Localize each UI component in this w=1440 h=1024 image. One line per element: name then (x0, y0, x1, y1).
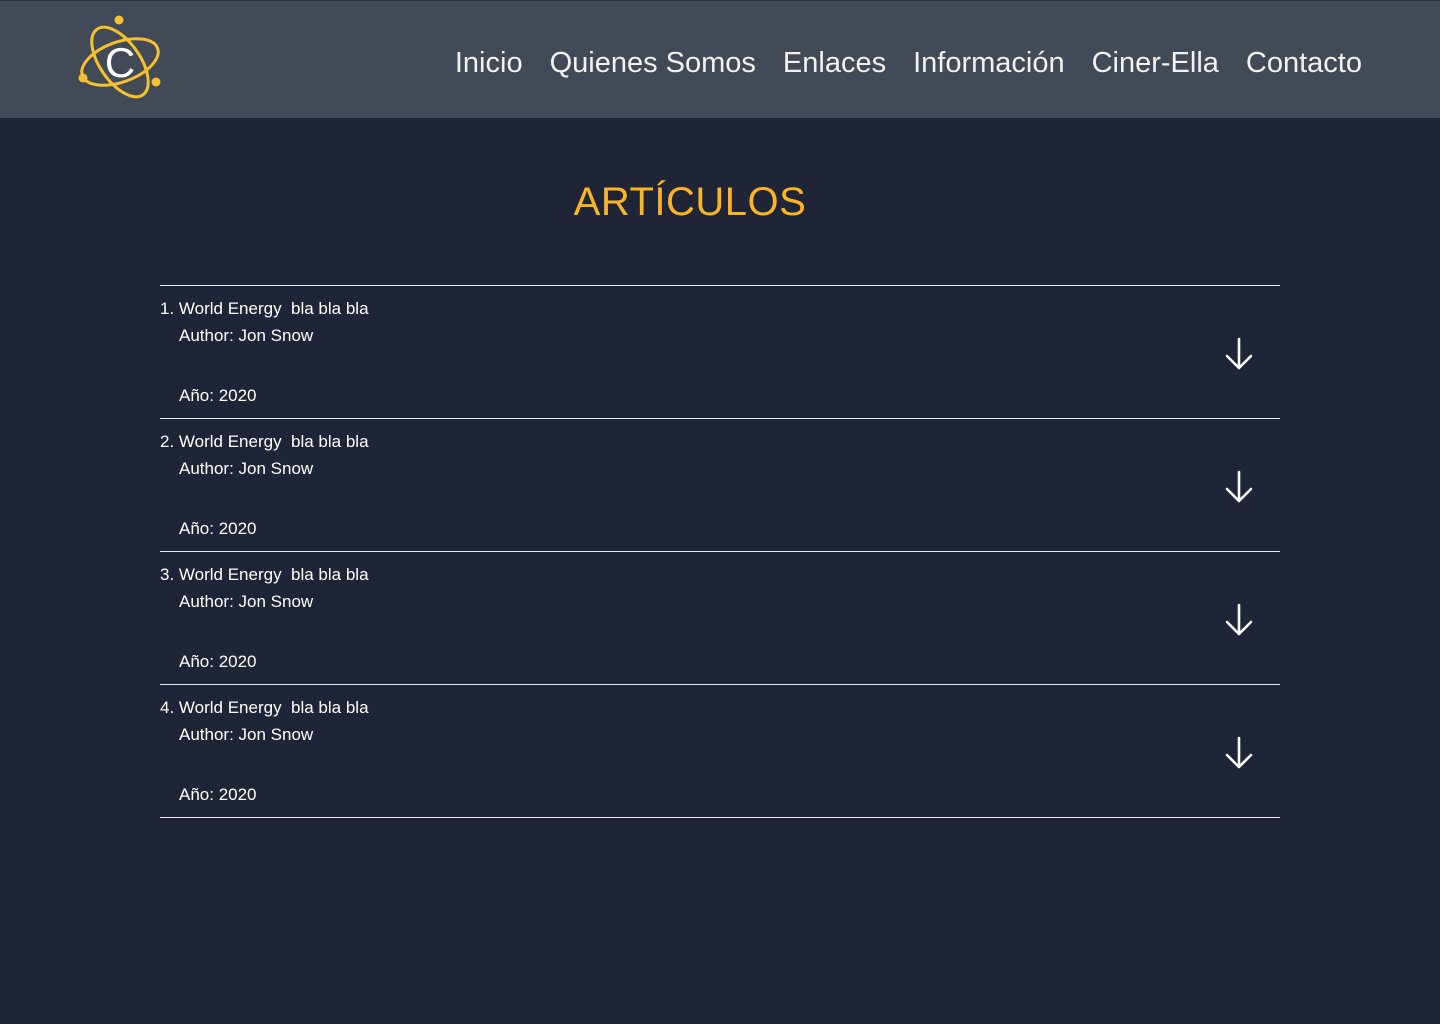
main-nav: Inicio Quienes Somos Enlaces Información… (428, 45, 1362, 81)
article-title: 1. World Energy bla bla bla (160, 299, 369, 318)
page-title: ARTÍCULOS (573, 180, 807, 224)
atom-logo-icon[interactable]: C (76, 14, 164, 106)
article-author: Author: Jon Snow (179, 326, 314, 345)
top-navbar: C Inicio Quienes Somos Enlaces Informaci… (0, 0, 1440, 118)
arrow-down-icon[interactable] (1224, 336, 1254, 372)
article-year: Año: 2020 (179, 785, 257, 804)
article-title: 2. World Energy bla bla bla (160, 432, 369, 451)
nav-link-contacto[interactable]: Contacto (1246, 45, 1362, 81)
arrow-down-icon[interactable] (1224, 602, 1254, 638)
article-item: 3. World Energy bla bla bla Author: Jon … (160, 552, 1280, 685)
nav-link-enlaces[interactable]: Enlaces (783, 45, 886, 81)
arrow-down-icon[interactable] (1224, 735, 1254, 771)
article-title: 4. World Energy bla bla bla (160, 698, 369, 717)
article-title: 3. World Energy bla bla bla (160, 565, 369, 584)
article-year: Año: 2020 (179, 652, 257, 671)
article-item: 2. World Energy bla bla bla Author: Jon … (160, 419, 1280, 552)
article-year: Año: 2020 (179, 519, 257, 538)
article-item: 1. World Energy bla bla bla Author: Jon … (160, 286, 1280, 419)
nav-link-inicio[interactable]: Inicio (455, 45, 523, 81)
article-author: Author: Jon Snow (179, 592, 314, 611)
logo-letter: C (105, 39, 135, 86)
article-item: 4. World Energy bla bla bla Author: Jon … (160, 685, 1280, 818)
article-year: Año: 2020 (179, 386, 257, 405)
article-list: 1. World Energy bla bla bla Author: Jon … (160, 285, 1280, 818)
article-author: Author: Jon Snow (179, 459, 314, 478)
nav-link-quienes-somos[interactable]: Quienes Somos (550, 45, 756, 81)
nav-link-informacion[interactable]: Información (913, 45, 1065, 81)
nav-link-ciner-ella[interactable]: Ciner-Ella (1092, 45, 1219, 81)
article-author: Author: Jon Snow (179, 725, 314, 744)
arrow-down-icon[interactable] (1224, 469, 1254, 505)
